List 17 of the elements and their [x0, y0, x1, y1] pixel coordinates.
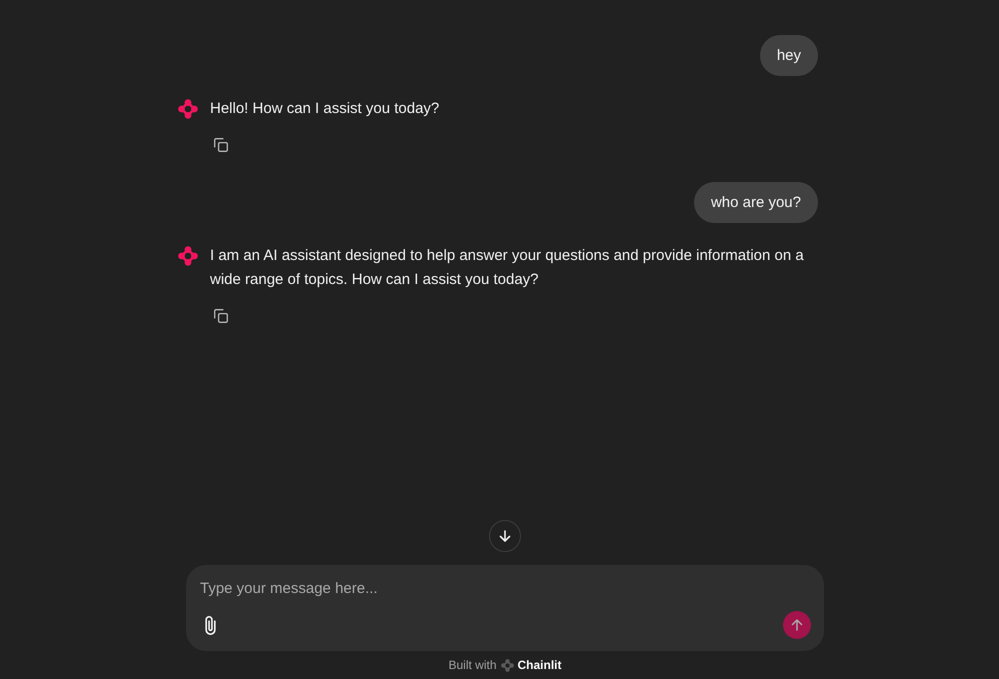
footer-text: Built with	[448, 658, 497, 672]
message-text: I am an AI assistant designed to help answer your questions and provide information on a wide range of topics. How can I assist you today?	[210, 246, 805, 290]
logo-icon	[178, 99, 198, 119]
message-bubble: who are you?	[694, 182, 818, 223]
copy-icon	[214, 309, 228, 323]
message-bubble: hey	[760, 35, 818, 76]
logo-icon	[178, 246, 198, 266]
message-composer[interactable]: Type your message here...	[186, 565, 824, 651]
message-text: Hello! How can I assist you today?	[210, 99, 440, 119]
scroll-down-button[interactable]	[489, 520, 521, 552]
copy-icon	[214, 138, 228, 152]
logo-icon	[500, 658, 514, 672]
paperclip-icon	[204, 616, 216, 634]
arrow-down-icon	[499, 530, 511, 542]
arrow-up-icon	[791, 619, 803, 631]
message-input[interactable]: Type your message here...	[196, 575, 760, 601]
brand-name: Chainlit	[518, 658, 562, 672]
